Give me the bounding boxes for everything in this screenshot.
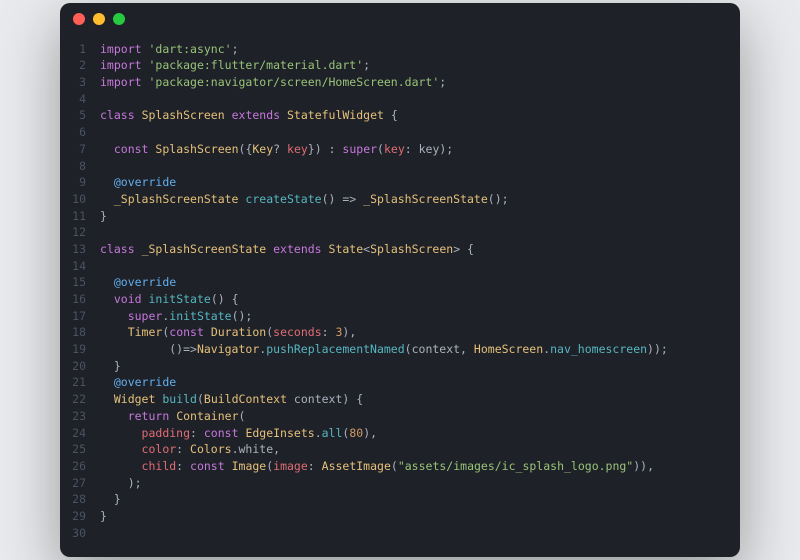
- line-number: 7: [60, 141, 86, 158]
- code-line[interactable]: @override: [100, 374, 740, 391]
- line-number: 16: [60, 291, 86, 308]
- code-line[interactable]: padding: const EdgeInsets.all(80),: [100, 425, 740, 442]
- code-line[interactable]: ()=>Navigator.pushReplacementNamed(conte…: [100, 341, 740, 358]
- code-line[interactable]: const SplashScreen({Key? key}) : super(k…: [100, 141, 740, 158]
- line-number: 15: [60, 274, 86, 291]
- line-number: 3: [60, 74, 86, 91]
- code-line[interactable]: return Container(: [100, 408, 740, 425]
- line-number: 28: [60, 491, 86, 508]
- line-number-gutter: 1234567891011121314151617181920212223242…: [60, 41, 100, 542]
- code-content[interactable]: import 'dart:async';import 'package:flut…: [100, 41, 740, 542]
- code-line[interactable]: child: const Image(image: AssetImage("as…: [100, 458, 740, 475]
- minimize-icon[interactable]: [93, 13, 105, 25]
- code-line[interactable]: class _SplashScreenState extends State<S…: [100, 241, 740, 258]
- close-icon[interactable]: [73, 13, 85, 25]
- line-number: 1: [60, 41, 86, 58]
- line-number: 24: [60, 425, 86, 442]
- line-number: 30: [60, 525, 86, 542]
- code-line[interactable]: @override: [100, 274, 740, 291]
- editor-window: 1234567891011121314151617181920212223242…: [60, 3, 740, 558]
- code-line[interactable]: [100, 91, 740, 108]
- code-line[interactable]: }: [100, 358, 740, 375]
- code-editor[interactable]: 1234567891011121314151617181920212223242…: [60, 35, 740, 558]
- line-number: 18: [60, 324, 86, 341]
- code-line[interactable]: }: [100, 491, 740, 508]
- code-line[interactable]: super.initState();: [100, 308, 740, 325]
- line-number: 17: [60, 308, 86, 325]
- line-number: 14: [60, 258, 86, 275]
- zoom-icon[interactable]: [113, 13, 125, 25]
- code-line[interactable]: import 'package:flutter/material.dart';: [100, 57, 740, 74]
- code-line[interactable]: _SplashScreenState createState() => _Spl…: [100, 191, 740, 208]
- code-line[interactable]: [100, 525, 740, 542]
- line-number: 6: [60, 124, 86, 141]
- code-line[interactable]: @override: [100, 174, 740, 191]
- line-number: 21: [60, 374, 86, 391]
- code-line[interactable]: class SplashScreen extends StatefulWidge…: [100, 107, 740, 124]
- code-line[interactable]: color: Colors.white,: [100, 441, 740, 458]
- line-number: 12: [60, 224, 86, 241]
- line-number: 13: [60, 241, 86, 258]
- line-number: 25: [60, 441, 86, 458]
- code-line[interactable]: import 'dart:async';: [100, 41, 740, 58]
- line-number: 26: [60, 458, 86, 475]
- line-number: 23: [60, 408, 86, 425]
- code-line[interactable]: }: [100, 508, 740, 525]
- code-line[interactable]: Timer(const Duration(seconds: 3),: [100, 324, 740, 341]
- code-line[interactable]: );: [100, 475, 740, 492]
- line-number: 29: [60, 508, 86, 525]
- line-number: 27: [60, 475, 86, 492]
- line-number: 5: [60, 107, 86, 124]
- line-number: 4: [60, 91, 86, 108]
- code-line[interactable]: [100, 224, 740, 241]
- line-number: 20: [60, 358, 86, 375]
- titlebar: [60, 3, 740, 35]
- line-number: 8: [60, 158, 86, 175]
- code-line[interactable]: [100, 158, 740, 175]
- code-line[interactable]: }: [100, 208, 740, 225]
- line-number: 19: [60, 341, 86, 358]
- code-line[interactable]: void initState() {: [100, 291, 740, 308]
- line-number: 2: [60, 57, 86, 74]
- line-number: 22: [60, 391, 86, 408]
- code-line[interactable]: Widget build(BuildContext context) {: [100, 391, 740, 408]
- code-line[interactable]: import 'package:navigator/screen/HomeScr…: [100, 74, 740, 91]
- code-line[interactable]: [100, 258, 740, 275]
- line-number: 10: [60, 191, 86, 208]
- line-number: 11: [60, 208, 86, 225]
- code-line[interactable]: [100, 124, 740, 141]
- line-number: 9: [60, 174, 86, 191]
